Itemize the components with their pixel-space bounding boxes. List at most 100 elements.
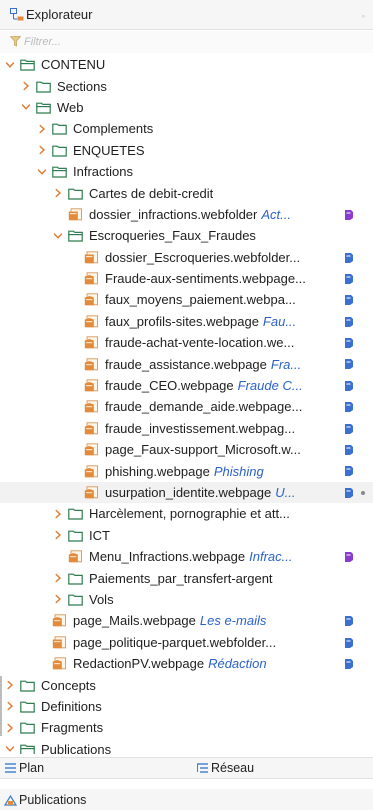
tree-item-title: Fau... (262, 313, 297, 329)
tree-item-label: fraude_demande_aide.webpage... (105, 399, 303, 415)
tree-item[interactable]: page_Mails.webpage Les e-mails (0, 610, 373, 631)
webpage-icon (52, 657, 67, 670)
view-tabs: Plan Réseau (0, 757, 373, 779)
tree-item[interactable]: Concepts (0, 674, 373, 695)
tree-item-label: Infractions (73, 164, 133, 180)
chevron-down-icon[interactable] (52, 230, 64, 242)
folder-icon (36, 80, 51, 93)
tab-plan[interactable]: Plan (4, 761, 44, 775)
tree-item[interactable]: page_Faux-support_Microsoft.w... (0, 439, 373, 460)
tree-item-title: Fraude C... (237, 378, 303, 394)
tree-item[interactable]: ENQUETES (0, 140, 373, 161)
tree-item[interactable]: fraude_CEO.webpage Fraude C... (0, 375, 373, 396)
publications-panel-header[interactable]: Publications (0, 789, 373, 810)
chevron-right-icon[interactable] (4, 700, 16, 712)
chevron-right-icon[interactable] (20, 80, 32, 92)
tree-item[interactable]: Harcèlement, pornographie et att... (0, 503, 373, 524)
tree-item[interactable]: fraude_assistance.webpage Fra... (0, 353, 373, 374)
purple-badge-icon (343, 209, 355, 221)
blue-badge-icon (343, 273, 355, 285)
webpage-icon (84, 486, 99, 499)
chevron-right-icon[interactable] (52, 529, 64, 541)
tree-item[interactable]: fraude_investissement.webpag... (0, 418, 373, 439)
chevron-right-icon[interactable] (52, 508, 64, 520)
chevron-right-icon[interactable] (36, 144, 48, 156)
selection-dot-icon (361, 490, 365, 495)
tree-item-label: fraude_assistance.webpage (105, 356, 267, 372)
tree-item[interactable]: dossier_Escroqueries.webfolder... (0, 247, 373, 268)
blue-badge-icon (343, 637, 355, 649)
tree-item[interactable]: phishing.webpage Phishing (0, 460, 373, 481)
publications-icon (4, 794, 17, 806)
webpage-icon (84, 293, 99, 306)
tree-item-label: fraude_CEO.webpage (105, 378, 234, 394)
filter-input[interactable] (24, 36, 324, 48)
view-menu-icon[interactable]: ◦ (362, 11, 365, 21)
tree-item[interactable]: Web (0, 97, 373, 118)
webpage-icon (68, 550, 83, 563)
tree-item[interactable]: Complements (0, 118, 373, 139)
tree-item[interactable]: fraude_demande_aide.webpage... (0, 396, 373, 417)
tab-reseau[interactable]: Réseau (196, 761, 254, 775)
plan-icon (5, 763, 16, 773)
blue-badge-icon (343, 423, 355, 435)
tree-item[interactable]: Fraude-aux-sentiments.webpage... (0, 268, 373, 289)
tree-item[interactable]: Sections (0, 75, 373, 96)
tree-item[interactable]: faux_profils-sites.webpage Fau... (0, 311, 373, 332)
tree-item[interactable]: RedactionPV.webpage Rédaction (0, 653, 373, 674)
chevron-down-icon[interactable] (4, 743, 16, 754)
folder-open-icon (68, 229, 83, 242)
tree-item-label: Menu_Infractions.webpage (89, 549, 246, 565)
webpage-icon (84, 400, 99, 413)
filter-icon (10, 36, 21, 47)
tree-item[interactable]: fraude-achat-vente-location.we... (0, 332, 373, 353)
tree-item[interactable]: Definitions (0, 696, 373, 717)
webpage-icon (84, 379, 99, 392)
tree-item-label: usurpation_identite.webpage (105, 485, 272, 500)
tree-item-title: Infrac... (249, 549, 293, 565)
tree-item-label: Publications (41, 741, 112, 754)
chevron-down-icon[interactable] (20, 101, 32, 113)
tree-item[interactable]: Vols (0, 589, 373, 610)
tree-item-label: fraude_investissement.webpag... (105, 420, 296, 436)
webpage-icon (84, 422, 99, 435)
chevron-down-icon[interactable] (36, 166, 48, 178)
blue-badge-icon (343, 294, 355, 306)
tree-item[interactable]: page_politique-parquet.webfolder... (0, 632, 373, 653)
filter-bar (0, 31, 373, 53)
tree-item-label: dossier_Escroqueries.webfolder... (105, 249, 301, 265)
folder-open-icon (20, 743, 35, 754)
tree-item-title: Rédaction (208, 656, 267, 672)
tree-item[interactable]: Escroqueries_Faux_Fraudes (0, 225, 373, 246)
project-tree: CONTENU Sections Web Complements ENQUETES Inf… (0, 54, 373, 754)
chevron-right-icon[interactable] (52, 187, 64, 199)
tree-item[interactable]: Cartes de debit-credit (0, 182, 373, 203)
chevron-right-icon[interactable] (4, 722, 16, 734)
tree-item-label: RedactionPV.webpage (73, 656, 205, 672)
chevron-right-icon[interactable] (4, 679, 16, 691)
tree-item[interactable]: Paiements_par_transfert-argent (0, 567, 373, 588)
tree-item[interactable]: Fragments (0, 717, 373, 738)
tree-item[interactable]: Menu_Infractions.webpage Infrac... (0, 546, 373, 567)
tree-item-label: Harcèlement, pornographie et att... (89, 506, 290, 522)
tree-item[interactable]: Publications (0, 739, 373, 754)
webpage-icon (84, 357, 99, 371)
purple-badge-icon (343, 551, 355, 563)
folder-icon (68, 593, 83, 606)
webfolder-icon (68, 208, 83, 221)
tree-item-label: Fraude-aux-sentiments.webpage... (105, 271, 306, 287)
chevron-right-icon[interactable] (52, 593, 64, 605)
chevron-down-icon[interactable] (4, 59, 16, 71)
tree-item-label: Vols (89, 591, 114, 607)
tree-item-label: faux_moyens_paiement.webpa... (105, 292, 296, 308)
tree-item[interactable]: Infractions (0, 161, 373, 182)
chevron-right-icon[interactable] (52, 572, 64, 584)
tree-item[interactable]: faux_moyens_paiement.webpa... (0, 289, 373, 310)
tree-item-title: Fra... (270, 356, 302, 372)
tree-item[interactable]: dossier_infractions.webfolder Act... (0, 204, 373, 225)
tree-item[interactable]: ICT (0, 525, 373, 546)
tree-item[interactable]: CONTENU (0, 54, 373, 75)
tree-item[interactable]: usurpation_identite.webpage U... (0, 481, 373, 504)
chevron-right-icon[interactable] (36, 123, 48, 135)
explorer-title: Explorateur (26, 7, 93, 22)
